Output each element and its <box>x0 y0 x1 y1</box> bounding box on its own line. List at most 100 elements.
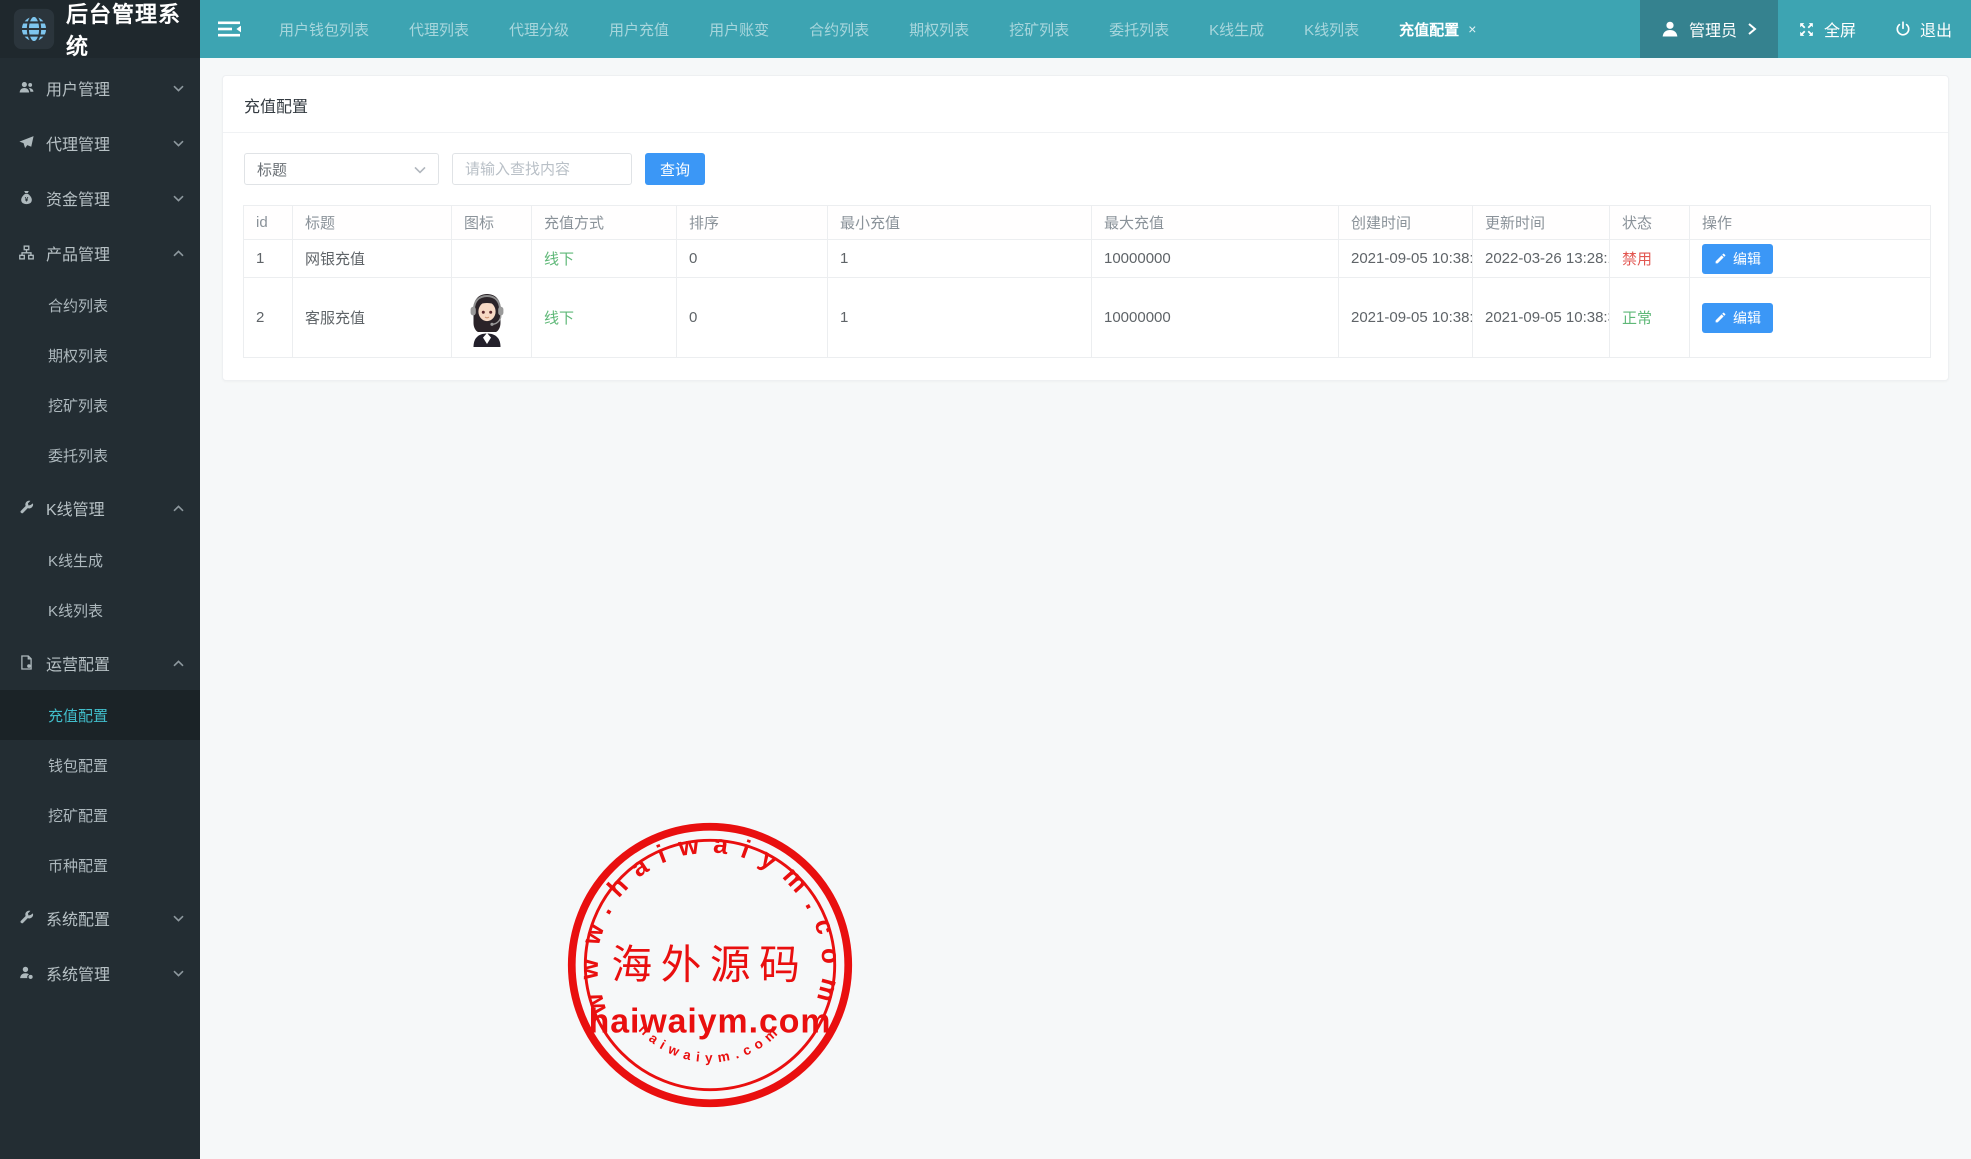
sidebar-subitem-wallet-config[interactable]: 钱包配置 <box>0 740 200 790</box>
cell-updated: 2022-03-26 13:28:10 <box>1473 240 1610 278</box>
pencil-icon <box>1714 311 1727 324</box>
main-content: 充值配置 标题 查询 id 标题 <box>200 58 1971 1159</box>
tab-contract-list[interactable]: 合约列表 <box>809 19 869 40</box>
tab-user-recharge[interactable]: 用户充值 <box>609 19 669 40</box>
sidebar-subitem-recharge-config[interactable]: 充值配置 <box>0 690 200 740</box>
col-updated: 更新时间 <box>1473 206 1610 240</box>
sidebar-item-label: 资金管理 <box>46 186 110 210</box>
table-container: id 标题 图标 充值方式 排序 最小充值 最大充值 创建时间 更新时间 状态 … <box>223 197 1948 380</box>
sidebar-item-system-management[interactable]: 系统管理 <box>0 945 200 1000</box>
page-title: 充值配置 <box>223 76 1948 133</box>
status-badge: 正常 <box>1622 310 1652 327</box>
power-icon <box>1894 20 1912 38</box>
tab-kline-list[interactable]: K线列表 <box>1304 19 1359 40</box>
sidebar-item-product-management[interactable]: 产品管理 <box>0 225 200 280</box>
wrench-icon <box>18 499 35 516</box>
money-bag-icon: ¥ <box>18 189 35 206</box>
col-sort: 排序 <box>677 206 828 240</box>
sidebar-item-fund-management[interactable]: ¥ 资金管理 <box>0 170 200 225</box>
table-row: 2 客服充值 <box>244 278 1931 358</box>
sidebar-subitem-contract-list[interactable]: 合约列表 <box>0 280 200 330</box>
query-button[interactable]: 查询 <box>645 153 705 185</box>
edit-button[interactable]: 编辑 <box>1702 244 1773 274</box>
tab-kline-generate[interactable]: K线生成 <box>1209 19 1264 40</box>
tab-user-wallet-list[interactable]: 用户钱包列表 <box>279 19 369 40</box>
sidebar-item-label: K线管理 <box>46 496 105 520</box>
sidebar-item-kline-management[interactable]: K线管理 <box>0 480 200 535</box>
user-icon <box>1660 19 1680 39</box>
tab-bar: 用户钱包列表 代理列表 代理分级 用户充值 用户账变 合约列表 期权列表 挖矿列… <box>259 19 1496 40</box>
sidebar-subitem-kline-list[interactable]: K线列表 <box>0 585 200 635</box>
col-icon: 图标 <box>452 206 532 240</box>
edit-button[interactable]: 编辑 <box>1702 303 1773 333</box>
field-select-value: 标题 <box>257 159 287 180</box>
cell-created: 2021-09-05 10:38:37 <box>1339 278 1473 358</box>
tab-recharge-config-label: 充值配置 <box>1399 19 1459 40</box>
search-input[interactable] <box>452 153 632 185</box>
col-title: 标题 <box>293 206 452 240</box>
chevron-down-icon <box>173 79 184 97</box>
close-icon[interactable]: × <box>1468 21 1476 37</box>
logout-label: 退出 <box>1920 17 1952 41</box>
logout-button[interactable]: 退出 <box>1875 0 1971 58</box>
chevron-down-icon <box>414 161 426 178</box>
tab-agent-list[interactable]: 代理列表 <box>409 19 469 40</box>
cell-title: 客服充值 <box>293 278 452 358</box>
sidebar-item-label: 产品管理 <box>46 241 110 265</box>
sidebar-subitem-mining-list[interactable]: 挖矿列表 <box>0 380 200 430</box>
sidebar-subitem-entrust-list[interactable]: 委托列表 <box>0 430 200 480</box>
paper-plane-icon <box>18 134 35 151</box>
chevron-down-icon <box>173 134 184 152</box>
cell-max: 10000000 <box>1092 278 1339 358</box>
cell-icon <box>452 278 532 358</box>
tab-entrust-list[interactable]: 委托列表 <box>1109 19 1169 40</box>
table-row: 1 网银充值 线下 0 1 10000000 2021-09-05 10:38:… <box>244 240 1931 278</box>
sidebar-item-operation-config[interactable]: 运营配置 <box>0 635 200 690</box>
recharge-config-card: 充值配置 标题 查询 id 标题 <box>222 75 1949 381</box>
tab-recharge-config-active[interactable]: 充值配置 × <box>1399 19 1476 40</box>
top-navigation: 用户钱包列表 代理列表 代理分级 用户充值 用户账变 合约列表 期权列表 挖矿列… <box>200 0 1971 58</box>
sidebar-item-system-config[interactable]: 系统配置 <box>0 890 200 945</box>
users-icon <box>18 79 35 96</box>
globe-logo-icon <box>13 8 55 50</box>
filter-bar: 标题 查询 <box>223 133 1948 197</box>
customer-service-avatar <box>464 289 510 347</box>
chevron-down-icon <box>173 909 184 927</box>
topbar-right: 管理员 全屏 <box>1640 0 1971 58</box>
chevron-up-icon <box>173 244 184 262</box>
admin-menu[interactable]: 管理员 <box>1640 0 1778 58</box>
menu-fold-icon[interactable] <box>216 17 243 41</box>
chevron-up-icon <box>173 654 184 672</box>
cell-min: 1 <box>828 240 1092 278</box>
tab-user-account-change[interactable]: 用户账变 <box>709 19 769 40</box>
tab-mining-list[interactable]: 挖矿列表 <box>1009 19 1069 40</box>
cell-created: 2021-09-05 10:38:37 <box>1339 240 1473 278</box>
table-header-row: id 标题 图标 充值方式 排序 最小充值 最大充值 创建时间 更新时间 状态 … <box>244 206 1931 240</box>
sidebar-item-label: 运营配置 <box>46 651 110 675</box>
sidebar-item-label: 用户管理 <box>46 76 110 100</box>
sidebar: 用户管理 代理管理 ¥ 资金管理 <box>0 58 200 1159</box>
fullscreen-button[interactable]: 全屏 <box>1778 0 1875 58</box>
sidebar-item-label: 系统管理 <box>46 961 110 985</box>
sidebar-subitem-coin-config[interactable]: 币种配置 <box>0 840 200 890</box>
col-status: 状态 <box>1610 206 1690 240</box>
sidebar-subitem-mining-config[interactable]: 挖矿配置 <box>0 790 200 840</box>
cell-title: 网银充值 <box>293 240 452 278</box>
svg-text:¥: ¥ <box>25 196 29 203</box>
topbar: 后台管理系统 用户钱包列表 代理列表 代理分级 用户充值 用户账变 合约列表 期… <box>0 0 1971 58</box>
field-select[interactable]: 标题 <box>244 153 439 185</box>
col-max: 最大充值 <box>1092 206 1339 240</box>
cell-icon <box>452 240 532 278</box>
method-link[interactable]: 线下 <box>544 310 574 327</box>
tab-agent-grade[interactable]: 代理分级 <box>509 19 569 40</box>
cell-max: 10000000 <box>1092 240 1339 278</box>
chevron-right-icon <box>1746 22 1758 36</box>
app-title: 后台管理系统 <box>66 0 200 61</box>
tab-option-list[interactable]: 期权列表 <box>909 19 969 40</box>
sidebar-subitem-option-list[interactable]: 期权列表 <box>0 330 200 380</box>
sidebar-item-user-management[interactable]: 用户管理 <box>0 60 200 115</box>
col-id: id <box>244 206 293 240</box>
method-link[interactable]: 线下 <box>544 251 574 268</box>
sidebar-subitem-kline-generate[interactable]: K线生成 <box>0 535 200 585</box>
sidebar-item-agent-management[interactable]: 代理管理 <box>0 115 200 170</box>
